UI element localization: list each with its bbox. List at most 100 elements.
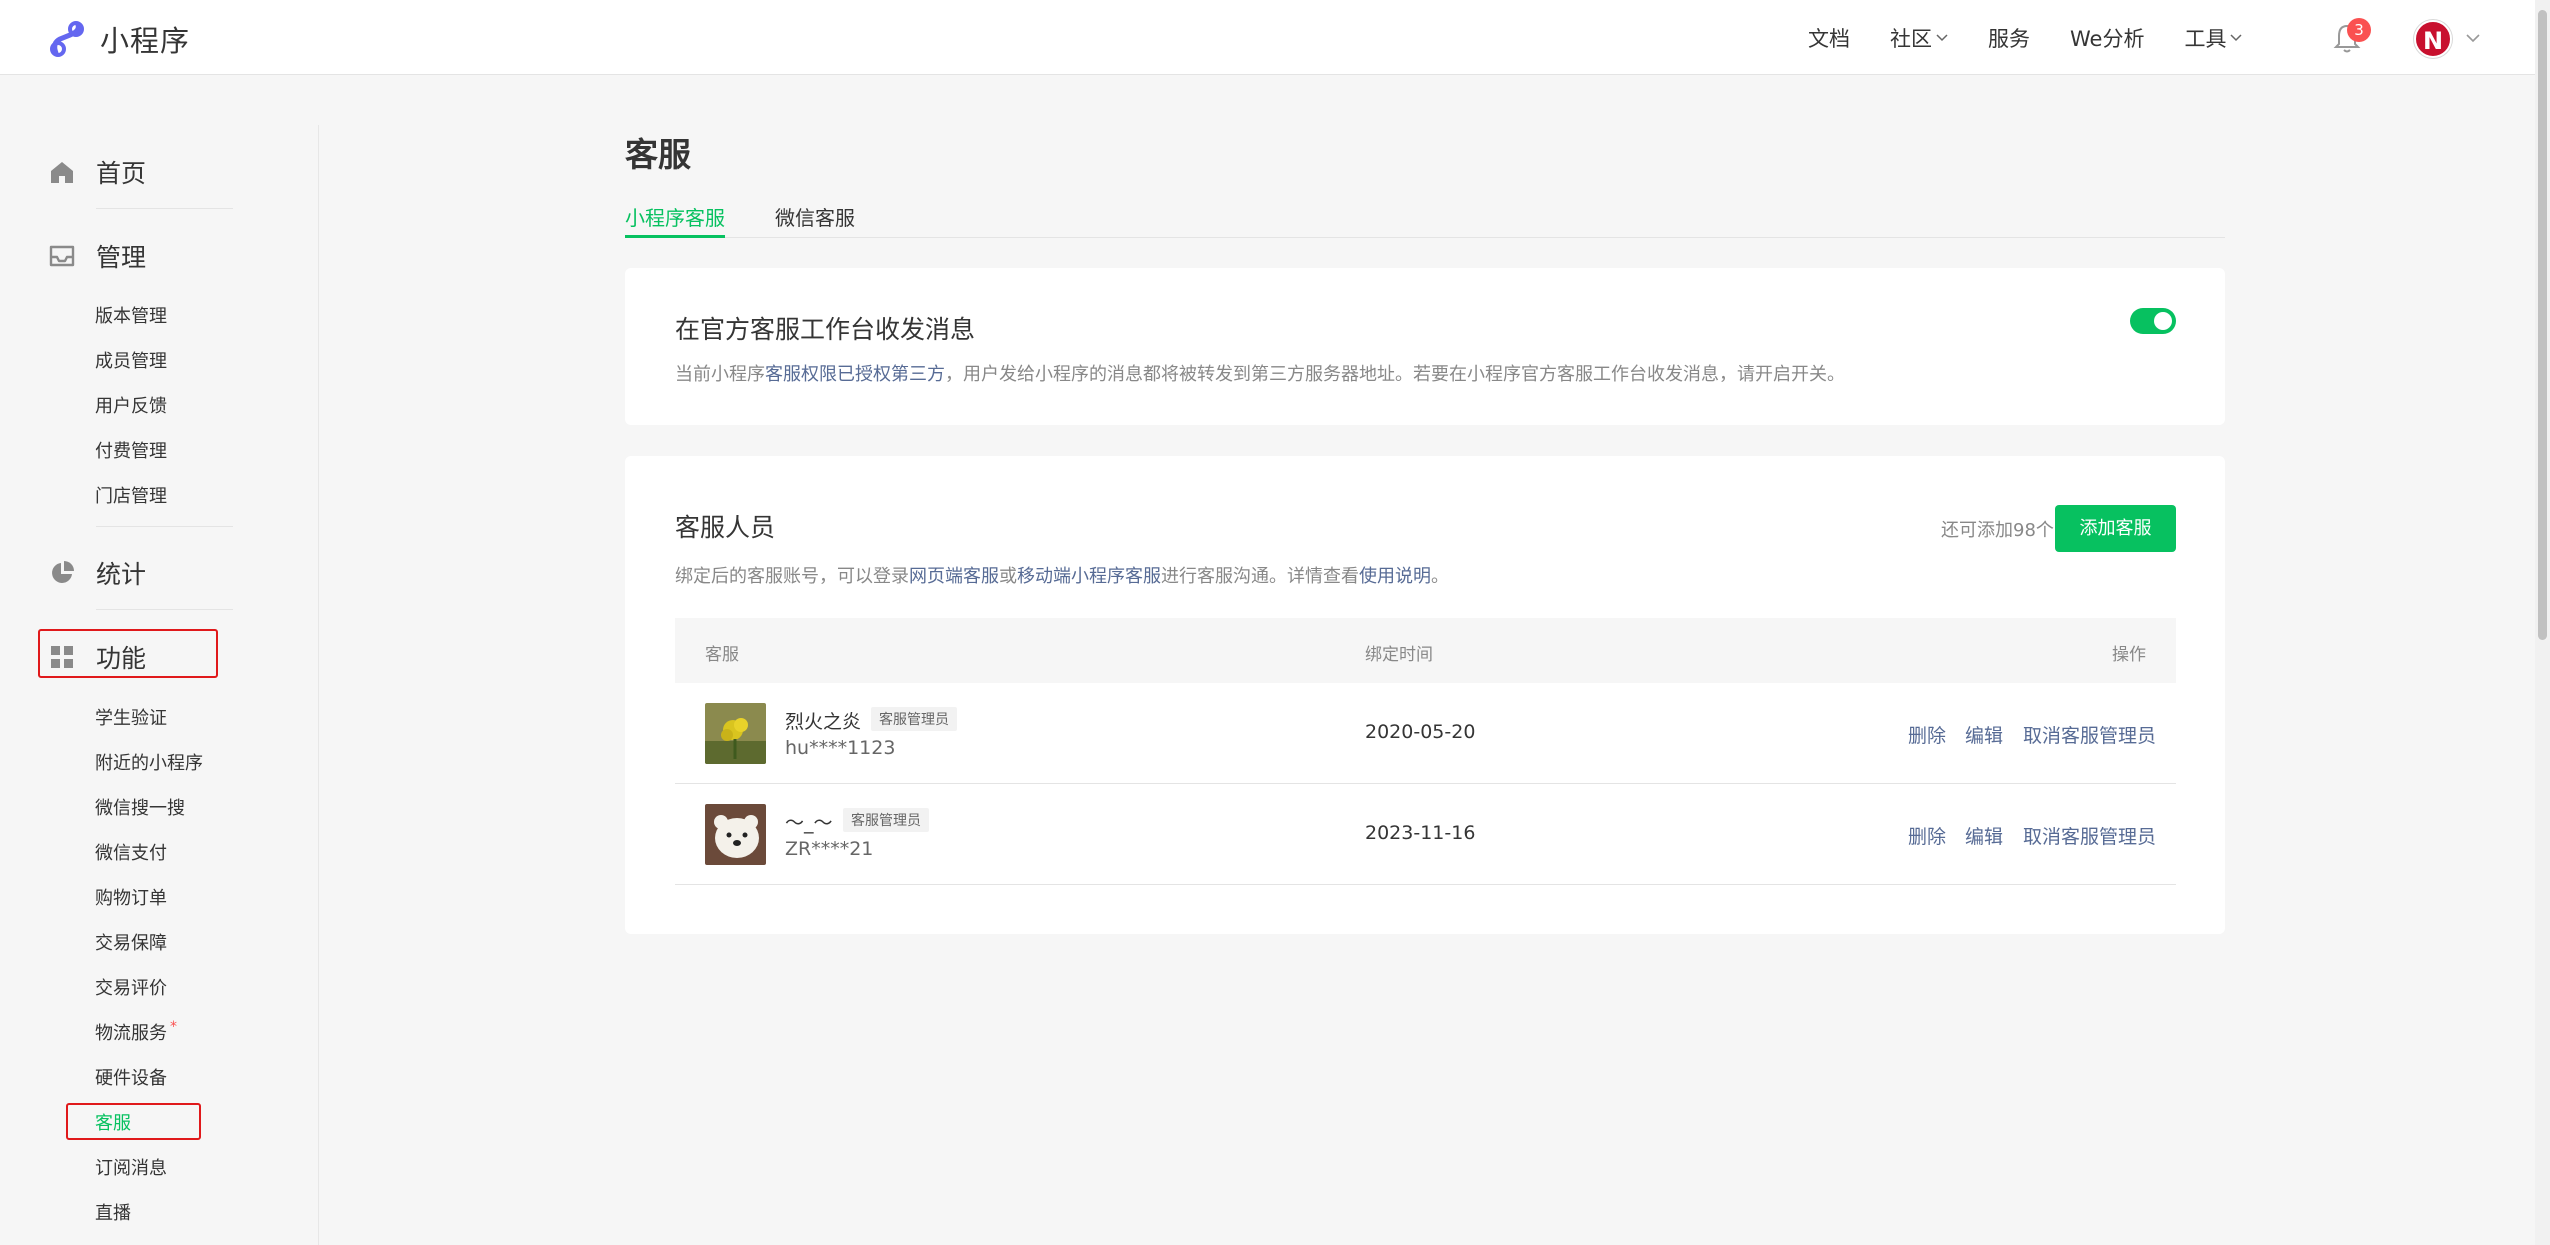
staff-card-title: 客服人员 bbox=[675, 513, 776, 542]
desc-text: 进行客服沟通。详情查看 bbox=[1161, 566, 1359, 587]
delete-link[interactable]: 删除 bbox=[1908, 822, 1946, 849]
staff-account: ZR****21 bbox=[785, 838, 874, 860]
nav-tools-label: 工具 bbox=[2184, 26, 2227, 51]
sidebar-item-logistics-label: 物流服务 bbox=[95, 1023, 167, 1044]
staff-account: hu****1123 bbox=[785, 737, 896, 759]
desc-text: 或 bbox=[999, 566, 1017, 587]
sidebar-group-label: 统计 bbox=[96, 560, 147, 589]
staff-avatar-bear bbox=[705, 804, 766, 865]
remaining-count: 还可添加98个 bbox=[1941, 520, 2054, 541]
sidebar-item-nearby[interactable]: 附近的小程序 bbox=[95, 749, 203, 775]
admin-tag: 客服管理员 bbox=[871, 707, 957, 731]
user-avatar[interactable]: N bbox=[2414, 20, 2452, 58]
delete-link[interactable]: 删除 bbox=[1908, 721, 1946, 748]
column-header-actions: 操作 bbox=[2112, 645, 2146, 665]
new-dot-icon: * bbox=[170, 1019, 177, 1035]
sidebar-divider bbox=[96, 526, 233, 527]
sidebar-item-feedback[interactable]: 用户反馈 bbox=[95, 392, 167, 418]
table-row: ～_～ 客服管理员 ZR****21 2023-11-16 删除 编辑 取消客服… bbox=[675, 784, 2176, 885]
authorized-third-party-link[interactable]: 客服权限已授权第三方 bbox=[765, 364, 945, 385]
desc-text: ，用户发给小程序的消息都将被转发到第三方服务器地址。若要在小程序官方客服工作台收… bbox=[945, 364, 1845, 385]
sidebar-group-manage[interactable]: 管理 bbox=[48, 238, 146, 274]
sidebar-item-wechat-search[interactable]: 微信搜一搜 bbox=[95, 794, 185, 820]
pie-chart-icon bbox=[52, 561, 74, 583]
sidebar-group-label: 首页 bbox=[96, 159, 147, 188]
staff-card-desc: 绑定后的客服账号，可以登录网页端客服或移动端小程序客服进行客服沟通。详情查看使用… bbox=[675, 562, 1449, 588]
sidebar-item-trade-guarantee[interactable]: 交易保障 bbox=[95, 929, 167, 955]
edit-link[interactable]: 编辑 bbox=[1965, 721, 2003, 748]
sidebar-divider bbox=[318, 125, 319, 1245]
brand-name: 小程序 bbox=[100, 24, 191, 58]
top-header: 小程序 文档 社区 服务 We分析 工具 3 N bbox=[0, 0, 2535, 75]
chevron-down-icon bbox=[2230, 33, 2242, 41]
nav-community-label: 社区 bbox=[1890, 26, 1932, 51]
nav-services[interactable]: 服务 bbox=[1988, 23, 2030, 53]
message-settings-card: 在官方客服工作台收发消息 当前小程序客服权限已授权第三方，用户发给小程序的消息都… bbox=[625, 268, 2225, 425]
message-card-desc: 当前小程序客服权限已授权第三方，用户发给小程序的消息都将被转发到第三方服务器地址… bbox=[675, 360, 1845, 386]
sidebar-item-subscribe[interactable]: 订阅消息 bbox=[95, 1154, 167, 1180]
tab-wechat-service[interactable]: 微信客服 bbox=[775, 202, 855, 231]
staff-table: 客服 绑定时间 操作 烈火之炎 客服管理员 hu****1123 2020-05… bbox=[675, 618, 2176, 885]
sidebar-group-stats[interactable]: 统计 bbox=[48, 555, 146, 591]
staff-avatar-flower bbox=[705, 703, 766, 764]
staff-name: 烈火之炎 bbox=[785, 711, 862, 733]
nav-docs-label: 文档 bbox=[1808, 26, 1850, 51]
edit-link[interactable]: 编辑 bbox=[1965, 822, 2003, 849]
table-row: 烈火之炎 客服管理员 hu****1123 2020-05-20 删除 编辑 取… bbox=[675, 683, 2176, 784]
nav-docs[interactable]: 文档 bbox=[1808, 23, 1850, 53]
add-service-button[interactable]: 添加客服 bbox=[2055, 505, 2176, 552]
notification-badge: 3 bbox=[2347, 18, 2371, 42]
toggle-knob bbox=[2154, 312, 2172, 330]
column-header-service: 客服 bbox=[705, 645, 739, 665]
sidebar-item-payment-manage[interactable]: 付费管理 bbox=[95, 437, 167, 463]
desc-text: 绑定后的客服账号，可以登录 bbox=[675, 566, 909, 587]
miniprogram-logo-icon bbox=[50, 21, 84, 57]
chevron-down-icon[interactable] bbox=[2466, 34, 2480, 43]
nav-tools[interactable]: 工具 bbox=[2184, 23, 2242, 53]
highlight-box-features bbox=[38, 629, 218, 678]
sidebar-item-student-verify[interactable]: 学生验证 bbox=[95, 704, 167, 730]
revoke-admin-link[interactable]: 取消客服管理员 bbox=[2023, 721, 2156, 748]
sidebar-item-orders[interactable]: 购物订单 bbox=[95, 884, 167, 910]
nav-analytics[interactable]: We分析 bbox=[2070, 23, 2144, 53]
web-service-link[interactable]: 网页端客服 bbox=[909, 566, 999, 587]
sidebar-group-home[interactable]: 首页 bbox=[48, 154, 146, 190]
staff-card: 客服人员 绑定后的客服账号，可以登录网页端客服或移动端小程序客服进行客服沟通。详… bbox=[625, 456, 2225, 934]
nav-services-label: 服务 bbox=[1988, 26, 2030, 51]
page-scrollbar[interactable] bbox=[2535, 0, 2550, 1245]
scrollbar-thumb[interactable] bbox=[2538, 10, 2547, 640]
admin-tag: 客服管理员 bbox=[843, 808, 929, 832]
inbox-icon bbox=[49, 245, 75, 267]
bind-date: 2020-05-20 bbox=[1365, 721, 1476, 743]
message-card-title: 在官方客服工作台收发消息 bbox=[675, 315, 976, 344]
revoke-admin-link[interactable]: 取消客服管理员 bbox=[2023, 822, 2156, 849]
usage-guide-link[interactable]: 使用说明 bbox=[1359, 566, 1431, 587]
sidebar-group-label: 管理 bbox=[96, 243, 147, 272]
sidebar-item-logistics[interactable]: 物流服务 * bbox=[95, 1019, 177, 1045]
sidebar-item-hardware[interactable]: 硬件设备 bbox=[95, 1064, 167, 1090]
home-icon bbox=[51, 162, 73, 183]
sidebar-divider bbox=[96, 208, 233, 209]
desc-text: 。 bbox=[1431, 566, 1449, 587]
sidebar-divider bbox=[96, 609, 233, 610]
nav-analytics-label: We分析 bbox=[2070, 26, 2145, 51]
sidebar-item-trade-review[interactable]: 交易评价 bbox=[95, 974, 167, 1000]
mobile-service-link[interactable]: 移动端小程序客服 bbox=[1017, 566, 1161, 587]
highlight-box-customer-service bbox=[66, 1103, 201, 1140]
sidebar-item-live[interactable]: 直播 bbox=[95, 1199, 131, 1225]
active-tab-underline bbox=[625, 235, 725, 238]
message-toggle[interactable] bbox=[2130, 308, 2176, 334]
page-title: 客服 bbox=[625, 135, 691, 174]
tab-miniprogram-service[interactable]: 小程序客服 bbox=[625, 202, 725, 231]
staff-name: ～_～ bbox=[785, 812, 833, 834]
sidebar-item-version[interactable]: 版本管理 bbox=[95, 302, 167, 328]
bind-date: 2023-11-16 bbox=[1365, 822, 1476, 844]
nav-community[interactable]: 社区 bbox=[1890, 23, 1948, 53]
top-nav: 文档 社区 服务 We分析 工具 bbox=[1808, 0, 2282, 75]
brand[interactable]: 小程序 bbox=[48, 18, 190, 60]
sidebar-item-wechat-pay[interactable]: 微信支付 bbox=[95, 839, 167, 865]
table-header: 客服 绑定时间 操作 bbox=[675, 618, 2176, 683]
tab-bar: 小程序客服 微信客服 bbox=[625, 198, 2225, 238]
sidebar-item-stores[interactable]: 门店管理 bbox=[95, 482, 167, 508]
sidebar-item-members[interactable]: 成员管理 bbox=[95, 347, 167, 373]
